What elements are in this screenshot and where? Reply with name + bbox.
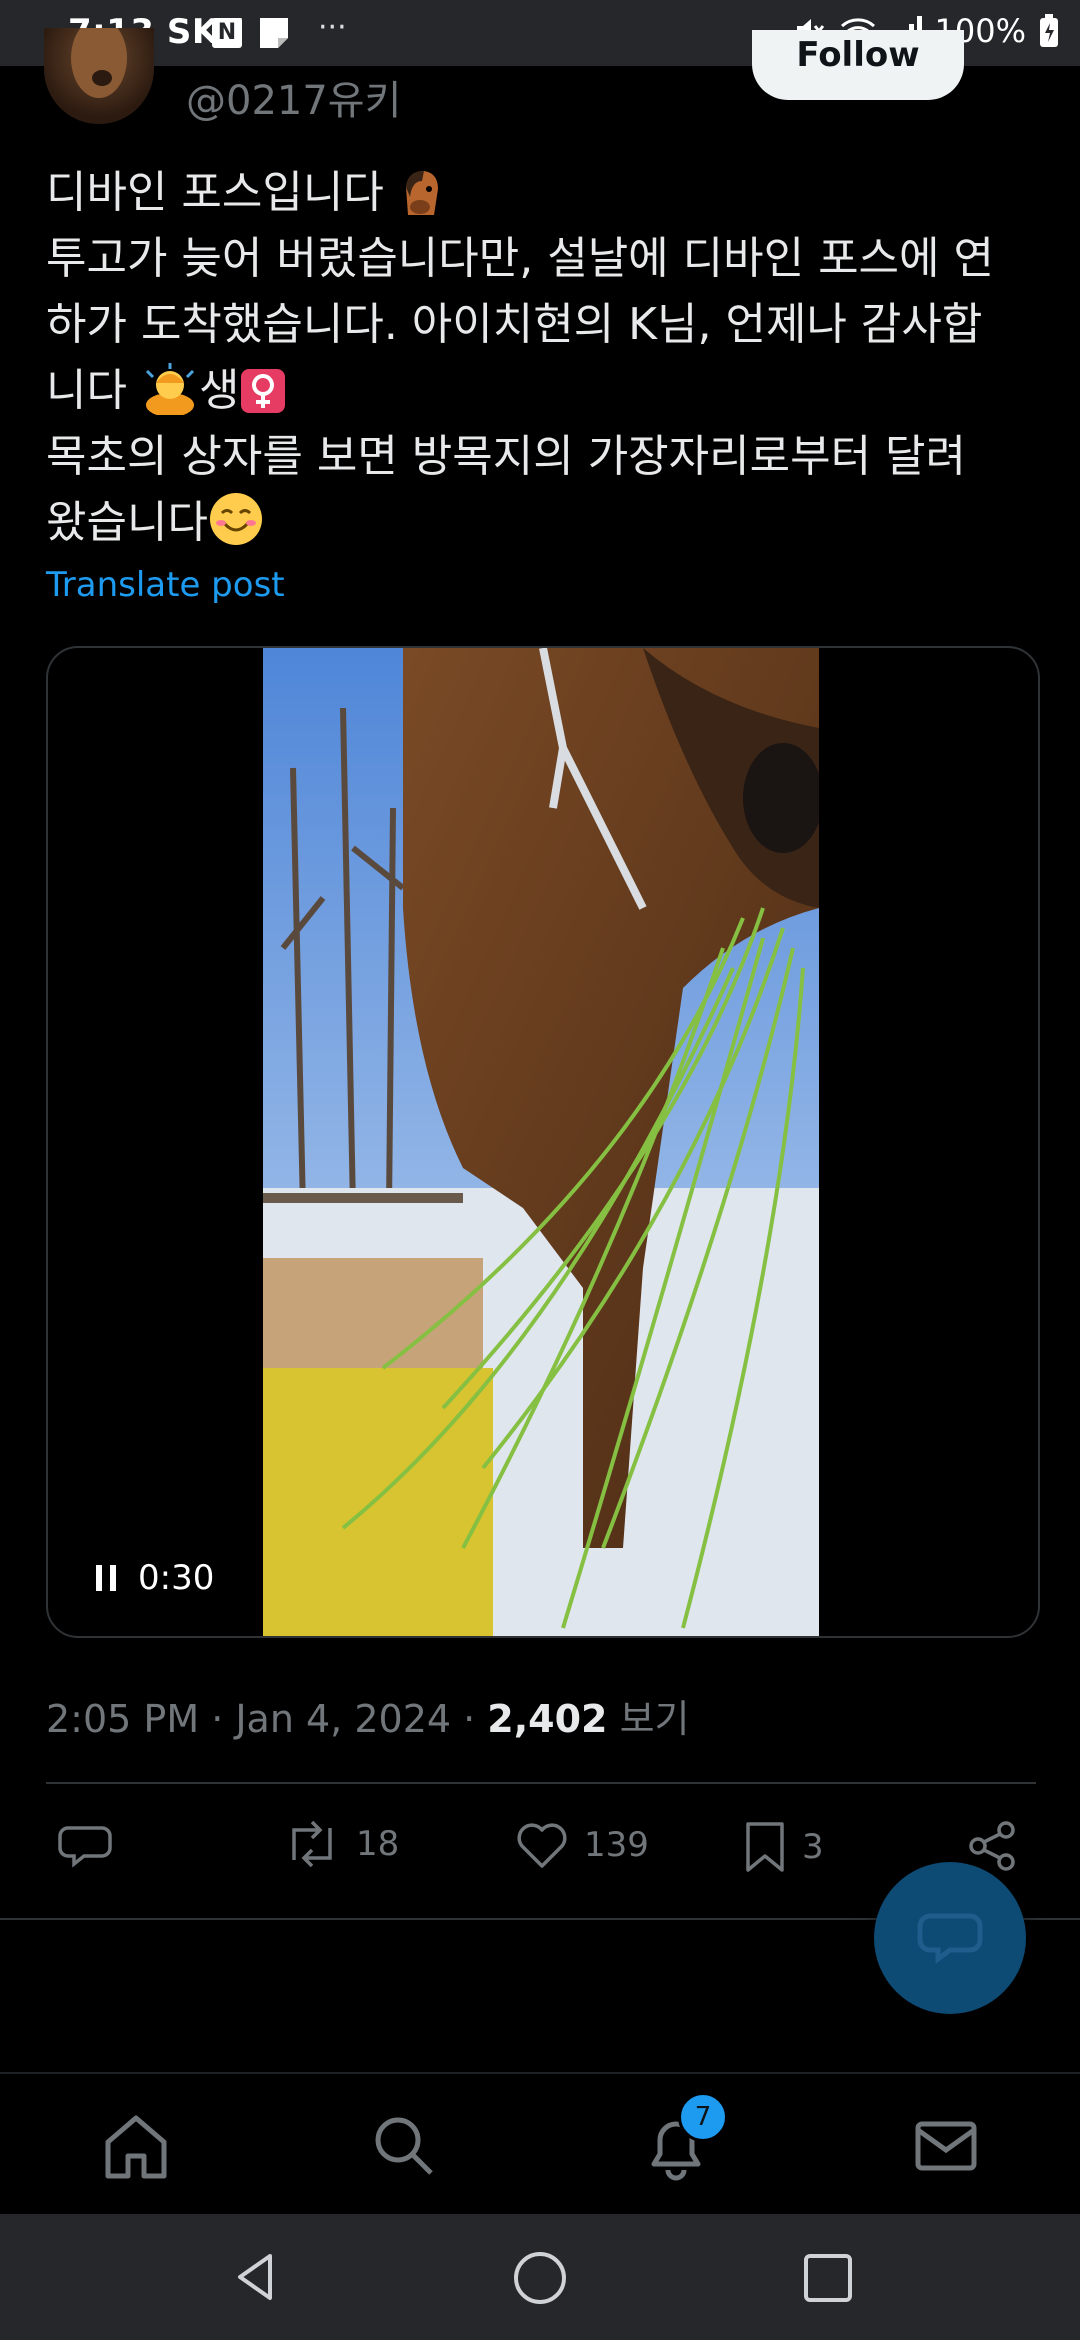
home-circle-icon[interactable] xyxy=(512,2250,568,2306)
video-frame[interactable] xyxy=(263,648,819,1636)
more-notifications-icon: ··· xyxy=(318,10,347,45)
retweet-count: 18 xyxy=(356,1824,400,1864)
home-icon[interactable] xyxy=(100,2110,172,2182)
retweet-icon xyxy=(292,1820,332,1868)
bookmark-button[interactable]: 3 xyxy=(742,1820,824,1874)
battery-icon xyxy=(1040,14,1058,47)
bookmark-icon xyxy=(746,1822,784,1872)
post-line-5: 목초의 상자를 보면 방목지의 가장자리로부터 달려 xyxy=(46,431,967,482)
post-line-2: 투고가 늦어 버렸습니다만, 설날에 디바인 포스에 연 xyxy=(46,233,994,284)
recent-apps-icon[interactable] xyxy=(802,2252,854,2304)
follow-button[interactable]: Follow xyxy=(752,30,964,100)
divider xyxy=(46,1782,1036,1784)
bottom-navigation xyxy=(0,2072,1080,2216)
video-duration: 0:30 xyxy=(138,1558,215,1598)
like-count: 139 xyxy=(584,1825,649,1865)
search-icon[interactable] xyxy=(368,2110,440,2182)
post-timestamp: 2:05 PM · Jan 4, 2024 · xyxy=(46,1697,488,1741)
post-line-4: 니다 생 xyxy=(46,358,1046,424)
chat-bubble-icon xyxy=(917,1913,983,1964)
post-text: 디바인 포스입니다 투고가 늦어 버렸습니다만, 설날에 디바인 포스에 연 하… xyxy=(46,160,1046,556)
post-meta: 2:05 PM · Jan 4, 2024 · 2,402 보기 xyxy=(46,1688,690,1743)
video-player[interactable]: 0:30 xyxy=(46,646,1040,1638)
horse-face-emoji-icon xyxy=(405,171,438,215)
reply-icon xyxy=(58,1826,112,1868)
female-sign-emoji-icon xyxy=(241,369,286,413)
retweet-button[interactable]: 18 xyxy=(282,1820,399,1868)
messages-mail-icon[interactable] xyxy=(910,2110,982,2182)
reply-button[interactable] xyxy=(58,1820,112,1870)
back-icon[interactable] xyxy=(230,2250,284,2304)
playback-control[interactable]: 0:30 xyxy=(96,1558,214,1598)
bookmark-count: 3 xyxy=(802,1827,824,1867)
notifications-badge: 7 xyxy=(678,2092,728,2142)
views-label: 보기 xyxy=(607,1697,690,1741)
author-handle[interactable]: @0217유키 xyxy=(186,68,401,126)
post-line-1: 디바인 포스입니다 xyxy=(46,160,1046,226)
video-thumbnail-image xyxy=(263,648,819,1636)
naver-notification-icon: N xyxy=(212,18,242,48)
person-bowing-emoji-icon xyxy=(145,363,195,415)
like-button[interactable]: 139 xyxy=(514,1820,649,1870)
post-line-6: 왔습니다 xyxy=(46,490,1046,556)
system-navigation-bar xyxy=(0,2214,1080,2340)
heart-icon xyxy=(517,1823,567,1868)
pause-icon[interactable] xyxy=(96,1565,116,1591)
smiling-face-emoji-icon xyxy=(209,493,262,545)
compose-reply-button[interactable] xyxy=(874,1862,1026,2014)
translate-post-link[interactable]: Translate post xyxy=(46,565,285,605)
views-count: 2,402 xyxy=(487,1697,608,1741)
post-line-3: 하가 도착했습니다. 아이치현의 K님, 언제나 감사합 xyxy=(46,299,983,350)
author-avatar[interactable] xyxy=(44,28,154,124)
note-notification-icon xyxy=(260,18,288,48)
